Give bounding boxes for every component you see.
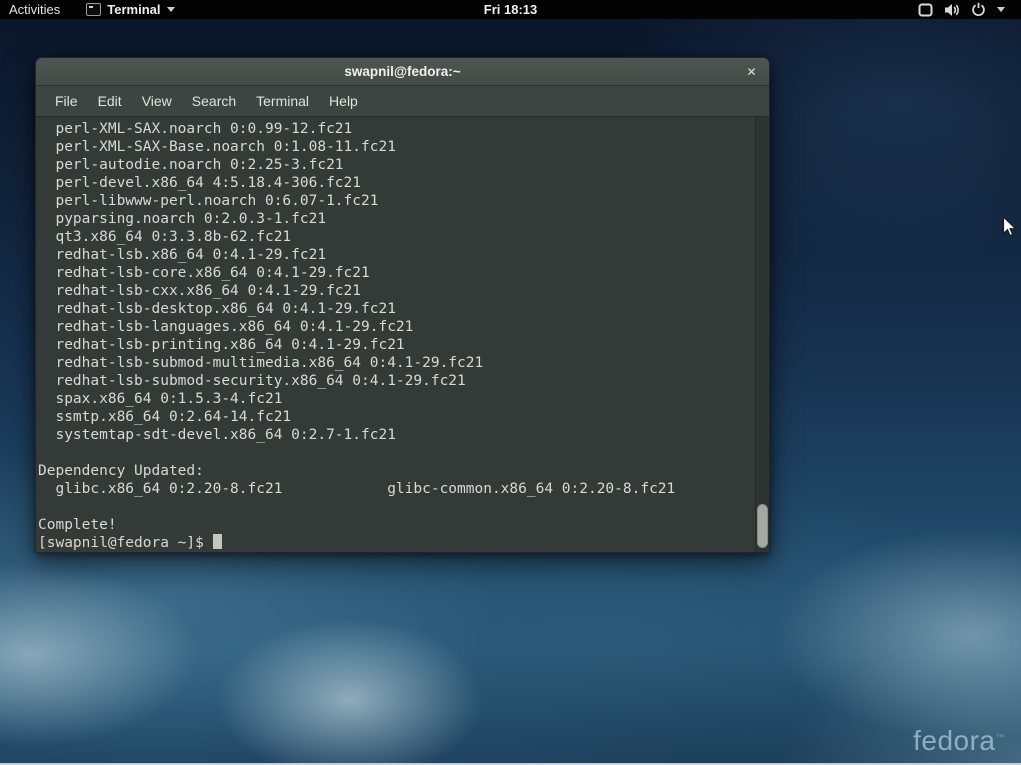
menu-edit[interactable]: Edit [88,86,132,116]
terminal-app-icon [86,3,101,16]
clock[interactable]: Fri 18:13 [484,2,537,17]
menu-terminal[interactable]: Terminal [246,86,319,116]
terminal-scrollback: perl-XML-SAX.noarch 0:0.99-12.fc21 perl-… [38,121,675,533]
menu-view[interactable]: View [132,86,182,116]
scrollbar-track[interactable] [755,117,769,552]
fedora-watermark: fedora™ [913,725,1005,757]
display-icon [918,3,933,17]
trademark-mark: ™ [996,732,1006,742]
menu-help[interactable]: Help [319,86,368,116]
terminal-output[interactable]: perl-XML-SAX.noarch 0:0.99-12.fc21 perl-… [36,117,755,552]
volume-icon [944,3,960,17]
app-menu-label: Terminal [107,2,160,17]
window-title: swapnil@fedora:~ [344,64,460,79]
title-bar[interactable]: swapnil@fedora:~ ✕ [36,58,769,86]
status-area[interactable] [918,0,1005,19]
chevron-down-icon [167,7,175,12]
close-button[interactable]: ✕ [743,63,760,80]
app-menu[interactable]: Terminal [86,2,174,17]
terminal-cursor [213,534,222,549]
desktop: Activities Terminal Fri 18:13 sw [0,0,1021,765]
scrollbar-thumb[interactable] [757,504,768,548]
activities-button[interactable]: Activities [9,2,60,17]
power-icon [971,2,986,17]
menu-bar: File Edit View Search Terminal Help [36,86,769,117]
terminal-window: swapnil@fedora:~ ✕ File Edit View Search… [35,57,770,553]
chevron-down-icon [997,7,1005,12]
shell-prompt: [swapnil@fedora ~]$ [38,535,213,551]
menu-search[interactable]: Search [182,86,246,116]
menu-file[interactable]: File [45,86,88,116]
terminal-content: perl-XML-SAX.noarch 0:0.99-12.fc21 perl-… [36,117,769,552]
mouse-cursor-icon [1002,216,1018,238]
top-bar: Activities Terminal Fri 18:13 [0,0,1021,19]
